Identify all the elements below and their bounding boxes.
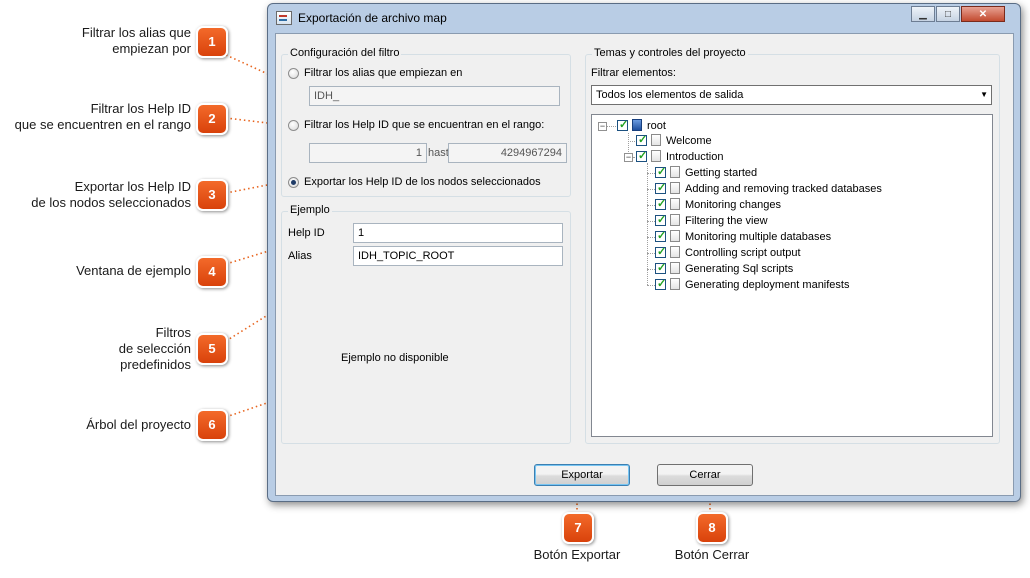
document-icon: [670, 182, 680, 194]
document-icon: [670, 262, 680, 274]
annotation-8-badge: 8: [696, 512, 728, 544]
tree-node-label: Welcome: [666, 135, 712, 147]
checkbox-checked-icon[interactable]: [655, 277, 666, 291]
document-icon: [670, 246, 680, 258]
export-map-dialog: Exportación de archivo map ▁ □ ✕ Configu…: [267, 3, 1021, 502]
annotation-7-text: Botón Exportar: [533, 547, 621, 562]
filter-elements-label: Filtrar elementos:: [591, 67, 676, 79]
checkbox-checked-icon[interactable]: [655, 213, 666, 227]
collapse-icon[interactable]: −: [598, 122, 607, 131]
close-window-button[interactable]: ✕: [961, 6, 1005, 22]
annotation-1-badge: 1: [196, 26, 228, 58]
annotation-4-badge: 4: [196, 256, 228, 288]
alias-label: Alias: [288, 250, 312, 262]
annotation-5-badge: 5: [196, 333, 228, 365]
document-icon: [651, 134, 661, 146]
radio-filter-prefix-label[interactable]: Filtrar los alias que empiezan en: [304, 67, 462, 79]
checkbox-checked-icon[interactable]: [655, 197, 666, 211]
checkbox-checked-icon[interactable]: [655, 181, 666, 195]
annotation-1-text: Filtrar los alias que empiezan por: [81, 25, 191, 56]
checkbox-checked-icon[interactable]: [636, 133, 647, 147]
document-icon: [670, 230, 680, 242]
chevron-down-icon[interactable]: ▼: [980, 86, 988, 104]
checkbox-checked-icon[interactable]: [655, 261, 666, 275]
annotation-7-badge: 7: [562, 512, 594, 544]
tree-connector: [647, 163, 648, 285]
annotation-5-text: Filtros de selección predefinidos: [118, 325, 191, 372]
minimize-button[interactable]: ▁: [911, 6, 935, 22]
annotation-6-text: Árbol del proyecto: [86, 417, 191, 432]
dialog-client-area: Configuración del filtro Filtrar los ali…: [275, 33, 1014, 496]
document-icon: [670, 214, 680, 226]
range-to-label: hast: [428, 147, 449, 159]
example-unavailable-text: Ejemplo no disponible: [341, 352, 449, 364]
annotation-6-badge: 6: [196, 409, 228, 441]
topics-group: Temas y controles del proyecto Filtrar e…: [585, 47, 1000, 444]
help-id-label: Help ID: [288, 227, 325, 239]
annotation-2-text: Filtrar los Help ID que se encuentren en…: [14, 101, 191, 132]
filter-config-title: Configuración del filtro: [288, 47, 402, 59]
tree-node-label: Getting started: [685, 167, 758, 179]
document-icon: [670, 278, 680, 290]
checkbox-checked-icon[interactable]: [655, 245, 666, 259]
topics-title: Temas y controles del proyecto: [592, 47, 748, 59]
annotation-2-badge: 2: [196, 103, 228, 135]
radio-filter-range[interactable]: [288, 120, 299, 131]
annotation-3-badge: 3: [196, 179, 228, 211]
checkbox-checked-icon[interactable]: [617, 118, 628, 132]
range-to-input[interactable]: 4294967294: [448, 143, 567, 163]
maximize-button[interactable]: □: [936, 6, 960, 22]
export-button[interactable]: Exportar: [534, 464, 630, 486]
tree-node-label: root: [647, 120, 666, 132]
tree-node-label: Adding and removing tracked databases: [685, 183, 882, 195]
tree-node-label: Monitoring multiple databases: [685, 231, 832, 243]
radio-export-selected-label[interactable]: Exportar los Help ID de los nodos selecc…: [304, 176, 541, 188]
range-from-input[interactable]: 1: [309, 143, 427, 163]
tree-node-label: Generating deployment manifests: [685, 279, 850, 291]
radio-filter-prefix[interactable]: [288, 68, 299, 79]
radio-export-selected[interactable]: [288, 177, 299, 188]
close-button[interactable]: Cerrar: [657, 464, 753, 486]
tree-node-label: Controlling script output: [685, 247, 801, 259]
tree-node-label: Filtering the view: [685, 215, 768, 227]
help-id-field: 1: [353, 223, 563, 243]
collapse-icon[interactable]: −: [624, 153, 633, 162]
alias-field: IDH_TOPIC_ROOT: [353, 246, 563, 266]
filter-elements-value: Todos los elementos de salida: [596, 89, 744, 101]
checkbox-checked-icon[interactable]: [655, 229, 666, 243]
book-icon: [632, 119, 642, 131]
app-icon: [276, 11, 292, 25]
checkbox-checked-icon[interactable]: [636, 149, 647, 163]
tree-node-label: Monitoring changes: [685, 199, 782, 211]
tree-connector: [606, 126, 616, 127]
project-tree[interactable]: − − root Welcome Introduction: [591, 114, 993, 437]
annotation-8-text: Botón Cerrar: [674, 547, 750, 562]
example-title: Ejemplo: [288, 204, 332, 216]
annotation-3-text: Exportar los Help ID de los nodos selecc…: [31, 179, 191, 210]
prefix-input[interactable]: IDH_: [309, 86, 560, 106]
example-group: Ejemplo Help ID 1 Alias IDH_TOPIC_ROOT E…: [281, 204, 571, 444]
annotation-4-text: Ventana de ejemplo: [76, 263, 191, 278]
document-icon: [651, 150, 661, 162]
filter-config-group: Configuración del filtro Filtrar los ali…: [281, 47, 571, 197]
document-icon: [670, 166, 680, 178]
tree-node-label: Generating Sql scripts: [685, 263, 794, 275]
tree-node-label: Introduction: [666, 151, 724, 163]
title-bar[interactable]: Exportación de archivo map ▁ □ ✕: [268, 4, 1020, 32]
checkbox-checked-icon[interactable]: [655, 165, 666, 179]
document-icon: [670, 198, 680, 210]
radio-filter-range-label[interactable]: Filtrar los Help ID que se encuentran en…: [304, 119, 544, 131]
window-title: Exportación de archivo map: [298, 11, 447, 25]
filter-elements-dropdown[interactable]: Todos los elementos de salida ▼: [591, 85, 992, 105]
